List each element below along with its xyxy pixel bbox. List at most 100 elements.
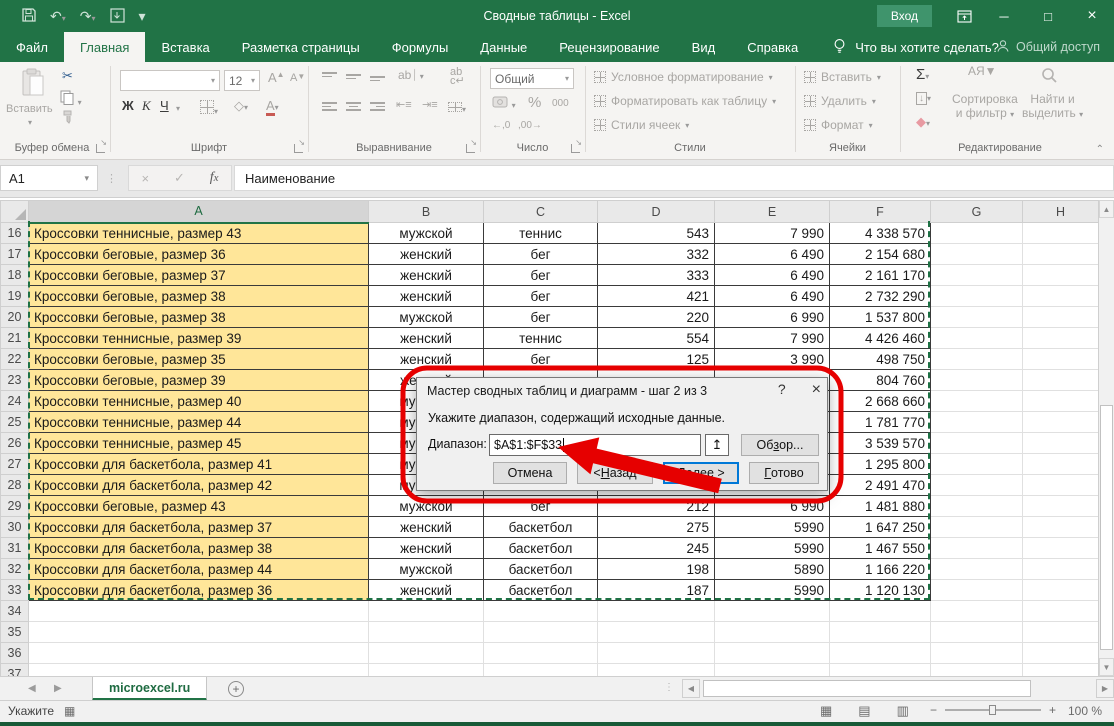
cell[interactable] [931,454,1023,475]
cell[interactable]: 275 [598,517,715,538]
cell[interactable]: Кроссовки теннисные, размер 40 [29,391,369,412]
cell[interactable] [931,286,1023,307]
cell[interactable] [715,643,830,664]
cell[interactable] [1023,223,1099,244]
decrease-indent-icon[interactable]: ⇤≡ [396,98,412,111]
underline-dropdown-icon[interactable]: ▾ [176,104,180,113]
cell[interactable]: 5890 [715,559,830,580]
cell[interactable] [830,664,931,677]
cell[interactable] [931,643,1023,664]
zoom-in-icon[interactable]: + [1049,703,1056,717]
cell[interactable]: 6 490 [715,244,830,265]
cell[interactable]: мужской [369,223,484,244]
orientation-icon[interactable]: ab⟋▾ [398,68,424,83]
cell[interactable]: Кроссовки для баскетбола, размер 37 [29,517,369,538]
number-format-combo[interactable]: Общий▾ [490,68,574,89]
cell[interactable]: бег [484,307,598,328]
cell[interactable] [1023,412,1099,433]
cell[interactable] [29,622,369,643]
close-button[interactable]: × [1070,0,1114,32]
style-option-button[interactable]: Условное форматирование▾ [594,70,773,84]
cell[interactable] [715,601,830,622]
sign-in-button[interactable]: Вход [877,5,932,27]
vertical-scrollbar-thumb[interactable] [1100,405,1113,650]
cell[interactable]: Кроссовки беговые, размер 38 [29,307,369,328]
increase-indent-icon[interactable]: ⇥≡ [422,98,438,111]
name-box[interactable]: A1▾ [0,165,98,191]
view-normal-icon[interactable]: ▦ [820,703,832,719]
cell[interactable] [1023,643,1099,664]
cell[interactable] [931,538,1023,559]
cell[interactable]: Кроссовки теннисные, размер 45 [29,433,369,454]
cell[interactable] [830,601,931,622]
cell[interactable] [931,370,1023,391]
copy-icon[interactable]: ▾ [60,90,82,108]
cell[interactable] [1023,538,1099,559]
cell[interactable]: Кроссовки беговые, размер 39 [29,370,369,391]
font-size-combo[interactable]: 12▾ [224,70,260,91]
cell[interactable] [369,643,484,664]
macro-record-icon[interactable]: ▦ [64,704,75,718]
row-header-19[interactable]: 19 [1,286,29,307]
column-header-G[interactable]: G [931,201,1023,223]
zoom-out-icon[interactable]: − [930,703,937,717]
clipboard-dialog-launcher-icon[interactable] [96,144,105,153]
column-header-A[interactable]: A [29,201,369,223]
cell[interactable] [484,664,598,677]
find-select-button[interactable]: Найти и выделить ▾ [1022,92,1083,121]
share-button[interactable]: Общий доступ [1016,40,1100,54]
alignment-dialog-launcher-icon[interactable] [466,144,475,153]
grow-font-icon[interactable]: А▲ [268,70,285,85]
cell[interactable]: Кроссовки для баскетбола, размер 42 [29,475,369,496]
cell[interactable] [931,517,1023,538]
ribbon-tab-Формулы[interactable]: Формулы [376,32,465,62]
hscroll-right-icon[interactable]: ▶ [1096,679,1114,698]
cell[interactable] [931,391,1023,412]
cell[interactable]: мужской [369,559,484,580]
zoom-level[interactable]: 100 % [1068,704,1102,718]
cell[interactable] [931,559,1023,580]
cells-option-button[interactable]: Удалить▾ [804,94,876,108]
cell[interactable]: 1 781 770 [830,412,931,433]
cell[interactable] [1023,559,1099,580]
format-painter-icon[interactable] [62,110,75,127]
style-option-button[interactable]: Форматировать как таблицу▾ [594,94,776,108]
italic-icon[interactable]: К [142,98,151,114]
row-header-36[interactable]: 36 [1,643,29,664]
ribbon-tab-Рецензирование[interactable]: Рецензирование [543,32,675,62]
column-header-B[interactable]: B [369,201,484,223]
cell[interactable] [931,349,1023,370]
cell[interactable]: 498 750 [830,349,931,370]
sheet-nav-left-icon[interactable]: ◀ [28,683,36,694]
cell[interactable]: 554 [598,328,715,349]
cell[interactable] [931,412,1023,433]
row-header-25[interactable]: 25 [1,412,29,433]
cell[interactable]: женский [369,538,484,559]
cell[interactable]: бег [484,349,598,370]
cell[interactable]: женский [369,349,484,370]
cell[interactable]: теннис [484,328,598,349]
cell[interactable] [1023,454,1099,475]
ribbon-tab-Данные[interactable]: Данные [464,32,543,62]
style-option-button[interactable]: Стили ячеек▾ [594,118,689,132]
cell[interactable] [369,664,484,677]
find-select-icon[interactable] [1040,66,1058,87]
confirm-entry-icon[interactable]: ✓ [174,170,185,186]
cell[interactable]: 198 [598,559,715,580]
cell[interactable]: 5990 [715,538,830,559]
ribbon-display-options-icon[interactable] [946,0,982,32]
cell[interactable]: Кроссовки беговые, размер 36 [29,244,369,265]
cell[interactable]: Кроссовки для баскетбола, размер 44 [29,559,369,580]
cell[interactable]: 421 [598,286,715,307]
cell[interactable]: 3 990 [715,349,830,370]
row-header-31[interactable]: 31 [1,538,29,559]
row-header-24[interactable]: 24 [1,391,29,412]
cell[interactable] [29,643,369,664]
tab-scroll-splitter[interactable]: ⋮ [664,682,674,693]
cell[interactable]: баскетбол [484,517,598,538]
cell[interactable]: мужской [369,496,484,517]
cells-option-button[interactable]: Формат▾ [804,118,873,132]
cell[interactable] [598,622,715,643]
insert-function-icon[interactable]: fx [210,170,219,186]
cell[interactable] [1023,307,1099,328]
